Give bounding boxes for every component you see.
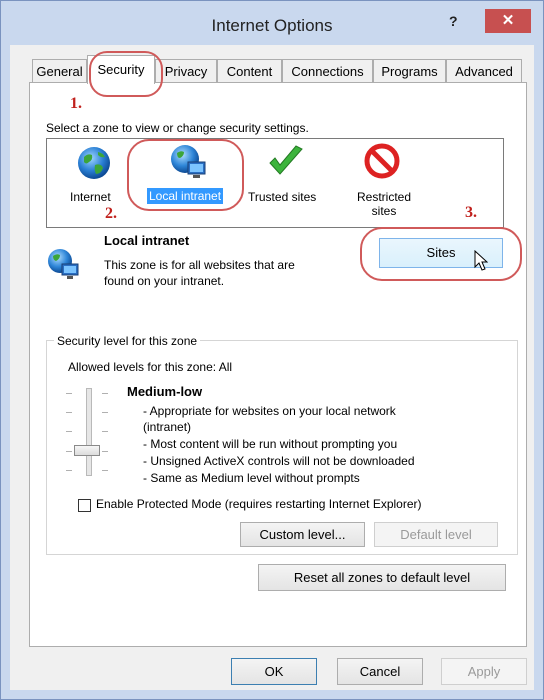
security-level-title: Security level for this zone (54, 334, 201, 348)
annotation-step-2: 2. (105, 205, 117, 222)
slider-tick (66, 470, 72, 471)
zone-info-description-line2: found on your intranet. (104, 274, 225, 288)
title-bar[interactable]: Internet Options ? ✕ (1, 1, 543, 41)
reset-all-zones-button[interactable]: Reset all zones to default level (258, 564, 506, 591)
slider-tick (102, 412, 108, 413)
zone-info-description-line1: This zone is for all websites that are (104, 258, 295, 272)
slider-tick (102, 451, 108, 452)
zone-restricted-label-line1: Restricted (356, 190, 412, 204)
intranet-info-icon (48, 249, 79, 279)
tab-programs[interactable]: Programs (373, 59, 446, 82)
zone-restricted-label-line2: sites (371, 204, 397, 218)
tab-advanced[interactable]: Advanced (446, 59, 522, 82)
custom-level-button[interactable]: Custom level... (240, 522, 365, 547)
slider-tick (102, 393, 108, 394)
zone-trusted-sites[interactable]: Trusted sites (248, 190, 316, 204)
window-title: Internet Options (211, 16, 333, 35)
level-desc-line: - Most content will be run without promp… (143, 437, 398, 451)
level-name: Medium-low (127, 384, 203, 399)
slider-tick (66, 393, 72, 394)
slider-tick (66, 451, 72, 452)
globe-icon (78, 147, 110, 179)
tab-content[interactable]: Content (217, 59, 282, 82)
level-desc-line: (intranet) (143, 420, 192, 434)
help-button[interactable]: ? (449, 13, 458, 29)
checkmark-icon (269, 145, 303, 175)
security-slider-thumb[interactable] (74, 445, 100, 456)
slider-tick (66, 431, 72, 432)
zone-prompt: Select a zone to view or change security… (46, 121, 309, 135)
close-button[interactable]: ✕ (485, 9, 531, 33)
slider-tick (66, 412, 72, 413)
allowed-levels-label: Allowed levels for this zone: All (68, 360, 233, 374)
level-desc-line: - Same as Medium level without prompts (143, 471, 360, 485)
zone-restricted-sites[interactable]: Restricted sites (352, 190, 416, 218)
annotation-step-1: 1. (70, 95, 82, 112)
restricted-icon (364, 143, 400, 179)
level-desc-line: - Appropriate for websites on your local… (143, 404, 396, 418)
tab-general[interactable]: General (32, 59, 87, 82)
annotation-step-3: 3. (465, 204, 477, 221)
highlight-circle-security-tab (89, 51, 163, 97)
zone-info-title: Local intranet (104, 233, 190, 248)
cancel-button[interactable]: Cancel (337, 658, 423, 685)
highlight-circle-local-intranet (127, 139, 244, 211)
zone-internet[interactable]: Internet (70, 190, 111, 204)
ok-button[interactable]: OK (231, 658, 317, 685)
slider-tick (102, 431, 108, 432)
tab-connections[interactable]: Connections (282, 59, 373, 82)
level-desc-line: - Unsigned ActiveX controls will not be … (143, 454, 415, 468)
security-slider-track[interactable] (86, 388, 92, 476)
default-level-button[interactable]: Default level (374, 522, 498, 547)
protected-mode-checkbox[interactable] (78, 499, 91, 512)
highlight-circle-sites-button (360, 227, 522, 281)
slider-tick (102, 470, 108, 471)
apply-button[interactable]: Apply (441, 658, 527, 685)
tab-privacy[interactable]: Privacy (155, 59, 217, 82)
protected-mode-label[interactable]: Enable Protected Mode (requires restarti… (96, 497, 422, 511)
